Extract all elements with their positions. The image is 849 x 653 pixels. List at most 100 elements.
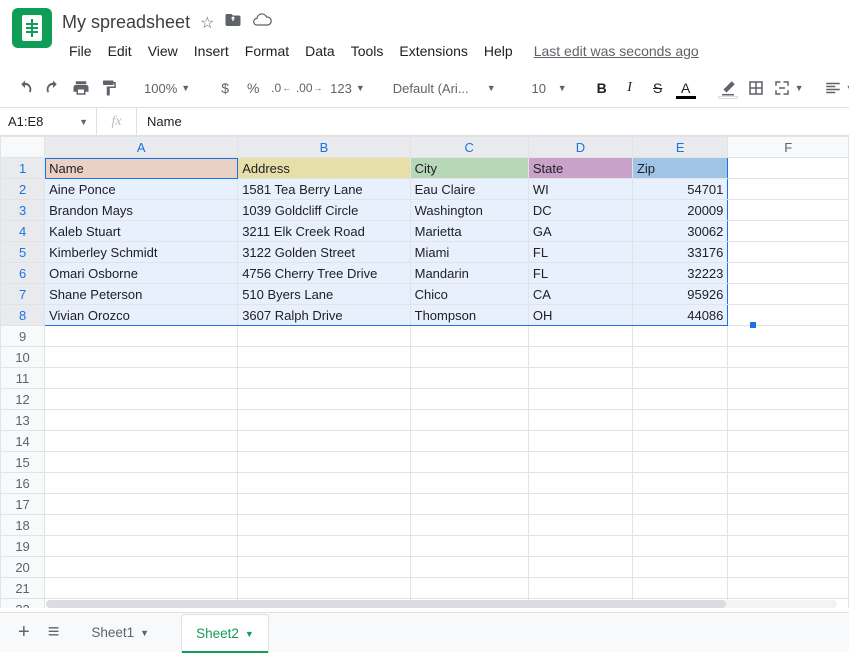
cell[interactable] [410,557,528,578]
col-header-A[interactable]: A [45,137,238,158]
cell[interactable]: 32223 [632,263,727,284]
cell[interactable] [238,557,410,578]
selection-handle[interactable] [750,322,756,328]
cell[interactable] [410,347,528,368]
cell[interactable] [728,557,849,578]
cell[interactable]: FL [528,242,632,263]
cell[interactable]: DC [528,200,632,221]
cell[interactable] [238,410,410,431]
decrease-decimal-button[interactable]: .0← [268,75,294,101]
cell[interactable] [528,389,632,410]
cell[interactable]: 3607 Ralph Drive [238,305,410,326]
cell[interactable] [238,536,410,557]
sheet-tab-sheet2[interactable]: Sheet2▼ [181,614,269,653]
menu-edit[interactable]: Edit [101,39,139,63]
cell[interactable] [410,536,528,557]
undo-button[interactable] [12,75,38,101]
cell[interactable]: Vivian Orozco [45,305,238,326]
cell[interactable] [728,368,849,389]
cell[interactable] [632,347,727,368]
cell[interactable]: 54701 [632,179,727,200]
cell[interactable]: Mandarin [410,263,528,284]
cell[interactable] [728,221,849,242]
cell[interactable] [238,578,410,599]
cell[interactable]: 33176 [632,242,727,263]
strikethrough-button[interactable]: S [645,75,671,101]
paint-format-button[interactable] [96,75,122,101]
doc-title[interactable]: My spreadsheet [62,12,190,33]
cell[interactable] [410,515,528,536]
redo-button[interactable] [40,75,66,101]
cell[interactable] [728,389,849,410]
menu-view[interactable]: View [141,39,185,63]
cell[interactable] [45,410,238,431]
cell[interactable] [728,536,849,557]
cell[interactable] [238,431,410,452]
cell[interactable] [632,515,727,536]
cell[interactable] [238,452,410,473]
cell[interactable]: GA [528,221,632,242]
cell[interactable]: State [528,158,632,179]
cell[interactable]: Address [238,158,410,179]
increase-decimal-button[interactable]: .00→ [296,75,322,101]
cell[interactable] [45,536,238,557]
cell[interactable] [45,578,238,599]
cell[interactable] [238,389,410,410]
cell[interactable]: Marietta [410,221,528,242]
cell[interactable] [728,473,849,494]
cell[interactable] [528,431,632,452]
cell[interactable]: Zip [632,158,727,179]
row-header[interactable]: 3 [1,200,45,221]
sheet-tab-sheet1[interactable]: Sheet1▼ [77,613,163,652]
cell[interactable] [410,494,528,515]
row-header[interactable]: 16 [1,473,45,494]
merge-cells-button[interactable]: ▼ [771,75,806,101]
cell[interactable] [45,515,238,536]
cell[interactable] [45,347,238,368]
cell[interactable]: 20009 [632,200,727,221]
cell[interactable] [45,557,238,578]
cell[interactable]: 3211 Elk Creek Road [238,221,410,242]
cell[interactable] [45,368,238,389]
currency-button[interactable]: $ [212,75,238,101]
cell[interactable] [632,326,727,347]
cell[interactable] [728,452,849,473]
cell[interactable] [528,494,632,515]
last-edit-link[interactable]: Last edit was seconds ago [534,39,699,63]
cell[interactable]: Eau Claire [410,179,528,200]
row-header[interactable]: 4 [1,221,45,242]
cell[interactable]: 30062 [632,221,727,242]
horizontal-scrollbar[interactable] [46,600,837,612]
cell[interactable] [728,242,849,263]
cell[interactable] [528,473,632,494]
cell[interactable]: OH [528,305,632,326]
cell[interactable] [728,158,849,179]
fill-color-button[interactable] [715,75,741,101]
cell[interactable] [45,473,238,494]
cell[interactable] [728,326,849,347]
cell[interactable]: 44086 [632,305,727,326]
row-header[interactable]: 11 [1,368,45,389]
sheets-app-icon[interactable] [12,8,52,48]
menu-tools[interactable]: Tools [344,39,391,63]
cell[interactable] [632,578,727,599]
cell[interactable] [45,452,238,473]
cloud-status-icon[interactable] [252,10,272,35]
row-header[interactable]: 20 [1,557,45,578]
cell[interactable] [238,368,410,389]
cell[interactable] [45,389,238,410]
cell[interactable] [238,515,410,536]
cell[interactable]: Thompson [410,305,528,326]
font-size-dropdown[interactable]: 10▼ [518,75,573,101]
cell[interactable]: 3122 Golden Street [238,242,410,263]
grid[interactable]: A B C D E F 1NameAddressCityStateZip2Ain… [0,136,849,608]
cell[interactable]: 4756 Cherry Tree Drive [238,263,410,284]
borders-button[interactable] [743,75,769,101]
cell[interactable] [528,536,632,557]
cell[interactable] [728,578,849,599]
cell[interactable] [728,179,849,200]
cell[interactable] [728,515,849,536]
cell[interactable] [632,389,727,410]
cell[interactable] [238,326,410,347]
cell[interactable]: 95926 [632,284,727,305]
